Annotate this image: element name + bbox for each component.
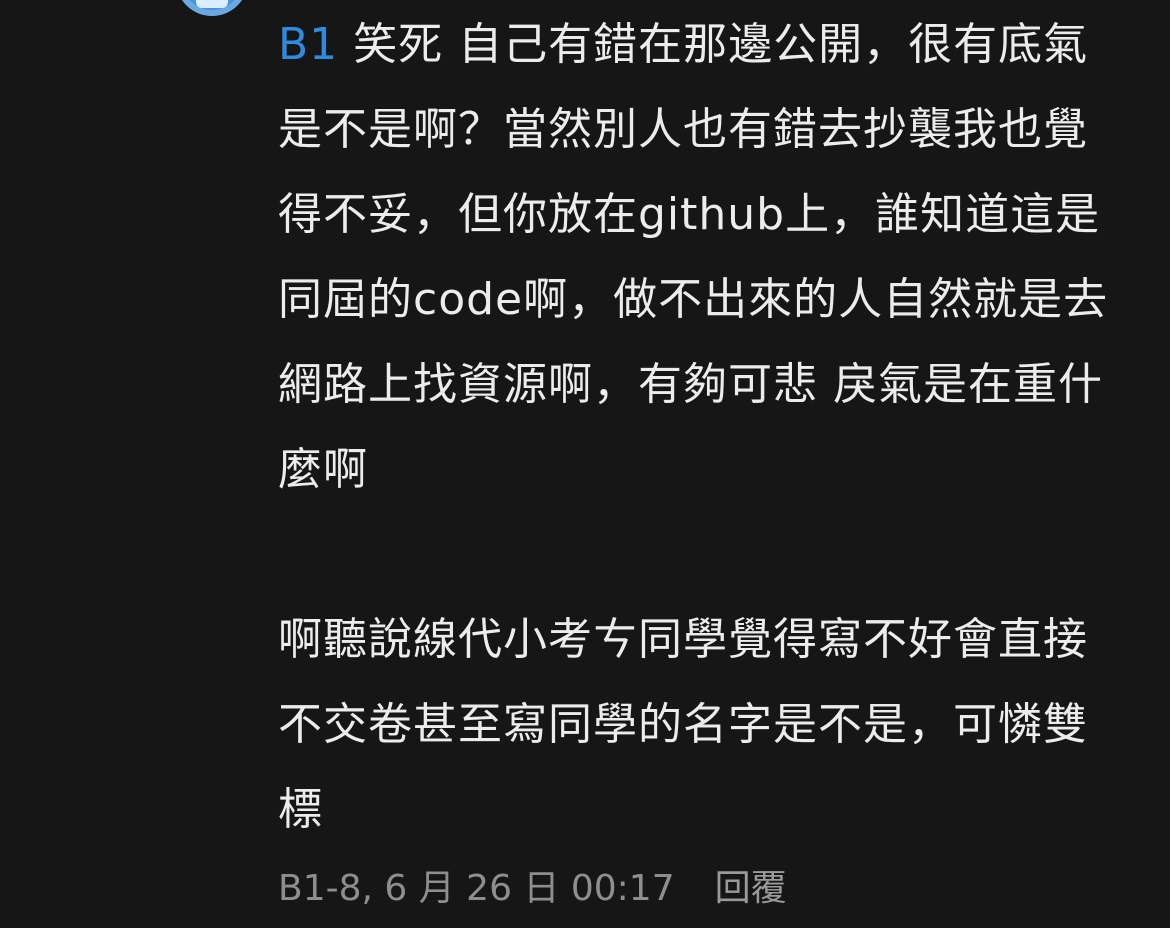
comment-body: B1 笑死 自己有錯在那邊公開，很有底氣是不是啊？當然別人也有錯去抄襲我也覺得不… xyxy=(278,2,1128,852)
reply-button[interactable]: 回覆 xyxy=(715,868,787,909)
floor-tag-link[interactable]: B1 xyxy=(278,19,338,70)
user-avatar-icon[interactable] xyxy=(176,0,248,16)
avatar-figure xyxy=(196,0,228,8)
comment-meta: B1-8, 6 月 26 日 00:17 回覆 xyxy=(278,864,787,914)
comment-paragraph-1-text: 笑死 自己有錯在那邊公開，很有底氣是不是啊？當然別人也有錯去抄襲我也覺得不妥，但… xyxy=(278,19,1109,495)
comment-floor-timestamp: B1-8, 6 月 26 日 00:17 xyxy=(278,868,675,909)
comment-paragraph-2: 啊聽說線代小考ㄘ同學覺得寫不好會直接不交卷甚至寫同學的名字是不是，可憐雙標 xyxy=(278,614,1088,835)
comment-paragraph-1: B1 笑死 自己有錯在那邊公開，很有底氣是不是啊？當然別人也有錯去抄襲我也覺得不… xyxy=(278,2,1128,512)
